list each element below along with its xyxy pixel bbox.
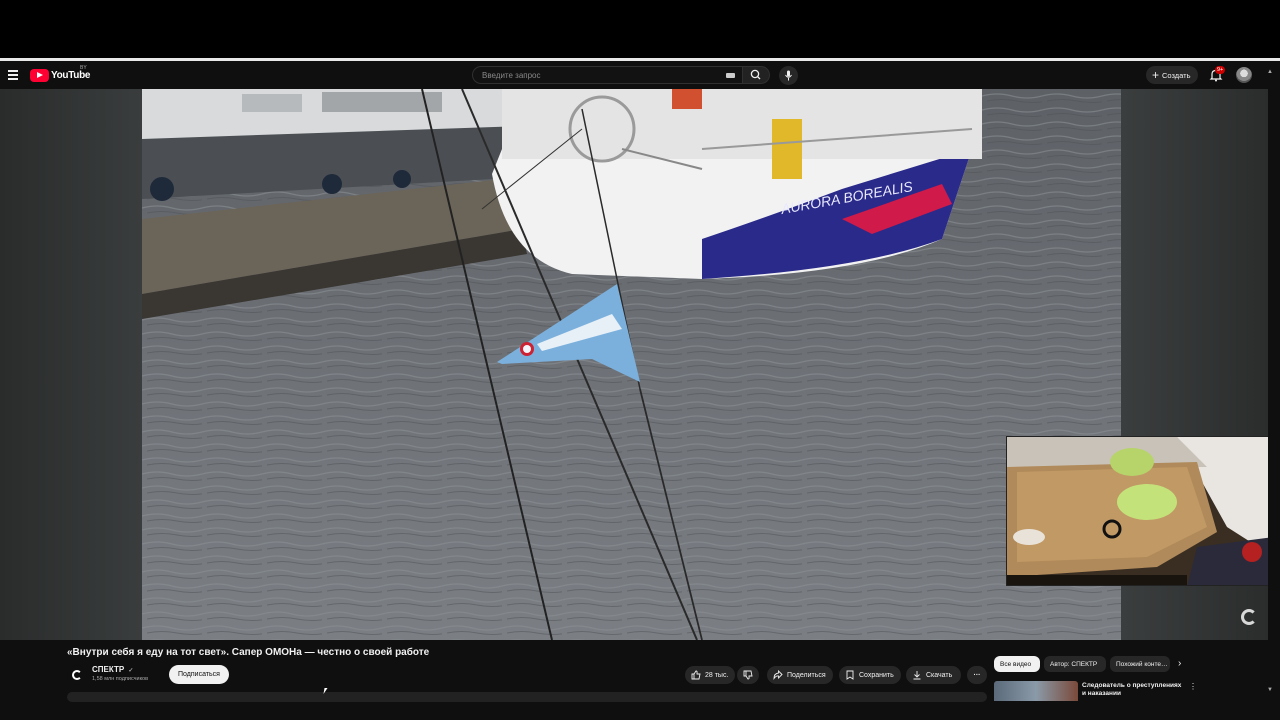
video-player[interactable]: AURORA BOREALIS xyxy=(0,89,1268,640)
share-button[interactable]: Поделиться xyxy=(767,666,833,684)
masthead: YouTube BY + Создать 9 xyxy=(0,61,1280,89)
plus-icon: + xyxy=(1152,68,1160,82)
region-code: BY xyxy=(80,65,87,71)
webcam-overlay xyxy=(1006,436,1268,586)
scrollbar-down-arrow-icon[interactable]: ▼ xyxy=(1267,687,1273,693)
webcam-image-room xyxy=(1007,437,1268,585)
like-button[interactable]: 28 тыс. xyxy=(685,666,735,684)
share-icon xyxy=(773,670,783,680)
thumbs-up-icon xyxy=(691,670,701,680)
chip-similar-content[interactable]: Похожий конте… xyxy=(1110,656,1170,672)
subscribe-button[interactable]: Подписаться xyxy=(169,665,229,684)
youtube-window: YouTube BY + Создать 9 xyxy=(0,61,1280,720)
chevron-right-icon[interactable]: › xyxy=(1178,658,1181,669)
download-button[interactable]: Скачать xyxy=(906,666,961,684)
microphone-icon xyxy=(785,70,792,81)
recommendation-thumbnail[interactable] xyxy=(994,681,1078,701)
search-box xyxy=(472,66,742,84)
channel-name[interactable]: СПЕКТР ✓ xyxy=(92,665,133,674)
play-logo-icon xyxy=(30,68,49,82)
voice-search-button[interactable] xyxy=(779,66,798,85)
recommendation-menu-icon[interactable]: ⋮ xyxy=(1189,682,1197,691)
keyboard-icon[interactable] xyxy=(726,73,735,78)
save-button[interactable]: Сохранить xyxy=(839,666,901,684)
search-icon xyxy=(750,69,761,80)
dislike-button[interactable] xyxy=(737,666,759,684)
search-input[interactable] xyxy=(480,70,714,81)
bookmark-icon xyxy=(846,670,854,680)
loading-spinner-icon xyxy=(1241,609,1257,625)
channel-avatar[interactable] xyxy=(67,665,87,685)
create-button[interactable]: + Создать xyxy=(1146,66,1198,84)
verified-icon: ✓ xyxy=(128,668,134,674)
screen-top-black-band xyxy=(0,0,1280,58)
chip-all-videos[interactable]: Все видео xyxy=(994,656,1040,672)
video-image-marina-flag: AURORA BOREALIS xyxy=(142,89,1121,640)
download-label: Скачать xyxy=(926,671,953,679)
more-actions-button[interactable]: ··· xyxy=(967,666,987,684)
logo-text: YouTube xyxy=(51,69,91,81)
search-button[interactable] xyxy=(742,66,770,84)
account-avatar[interactable] xyxy=(1236,67,1252,83)
video-title: «Внутри себя я еду на тот свет». Сапер О… xyxy=(67,647,430,658)
like-count: 28 тыс. xyxy=(705,671,729,679)
channel-name-text: СПЕКТР xyxy=(92,665,125,674)
notifications-badge: 9+ xyxy=(1215,66,1226,74)
share-label: Поделиться xyxy=(787,671,826,679)
download-icon xyxy=(913,671,921,680)
menu-icon[interactable] xyxy=(8,70,18,80)
ambient-left xyxy=(0,89,142,640)
thumbs-down-icon xyxy=(743,670,753,680)
save-label: Сохранить xyxy=(859,671,894,679)
scrollbar-up-arrow-icon[interactable]: ▲ xyxy=(1267,69,1273,75)
create-label: Создать xyxy=(1162,70,1191,80)
chip-author[interactable]: Автор: СПЕКТР xyxy=(1044,656,1106,672)
subscriber-count: 1,58 млн подписчиков xyxy=(92,676,149,682)
recommendation-title[interactable]: Следователь о преступлениях и наказании xyxy=(1082,682,1186,700)
description-box[interactable] xyxy=(67,692,987,702)
video-frame[interactable]: AURORA BOREALIS xyxy=(142,89,1121,640)
